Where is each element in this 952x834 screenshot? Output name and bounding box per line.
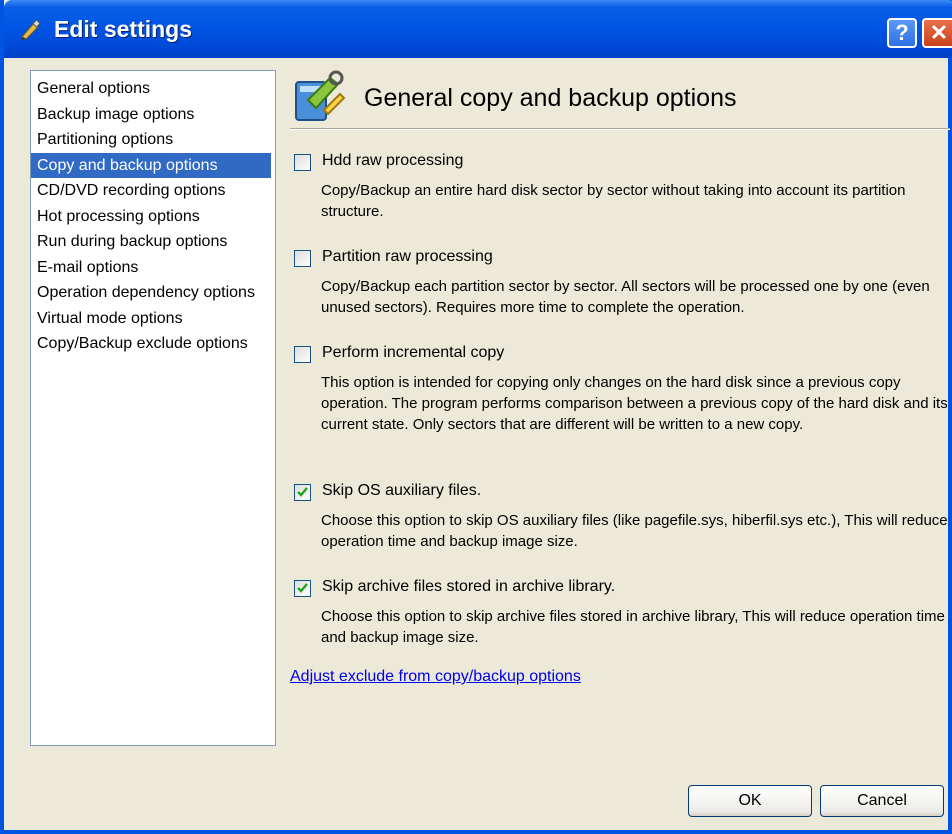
nav-item-partitioning-options[interactable]: Partitioning options xyxy=(31,127,271,153)
ok-button[interactable]: OK xyxy=(688,785,812,817)
settings-pencil-icon xyxy=(21,19,41,40)
nav-item-backup-image-options[interactable]: Backup image options xyxy=(31,102,271,128)
option-label[interactable]: Perform incremental copy xyxy=(322,344,504,362)
copy-backup-tools-icon xyxy=(295,70,346,121)
checkbox-skip-archive-files[interactable] xyxy=(294,580,311,597)
nav-item-copy-and-backup-options[interactable]: Copy and backup options xyxy=(31,152,271,178)
page-title: General copy and backup options xyxy=(364,84,737,112)
adjust-exclude-link[interactable]: Adjust exclude from copy/backup options xyxy=(290,668,581,686)
options-panel: General copy and backup options Hdd raw … xyxy=(290,70,950,750)
nav-item-hot-processing-options[interactable]: Hot processing options xyxy=(31,204,271,230)
checkmark-icon xyxy=(297,487,308,497)
nav-item-cd-dvd-recording-options[interactable]: CD/DVD recording options xyxy=(31,178,271,204)
help-button[interactable]: ? xyxy=(887,18,917,48)
header-divider xyxy=(290,128,950,130)
option-description: Choose this option to skip OS auxiliary … xyxy=(321,512,948,550)
nav-item-run-during-backup-options[interactable]: Run during backup options xyxy=(31,229,271,255)
nav-item-virtual-mode-options[interactable]: Virtual mode options xyxy=(31,306,271,332)
option-description: Choose this option to skip archive files… xyxy=(321,608,945,646)
checkbox-hdd-raw-processing[interactable] xyxy=(294,154,311,171)
title-bar[interactable]: Edit settings ? ✕ xyxy=(4,0,952,58)
cancel-button[interactable]: Cancel xyxy=(820,785,944,817)
checkbox-skip-os-auxiliary-files[interactable] xyxy=(294,484,311,501)
window-title: Edit settings xyxy=(54,16,193,42)
close-button[interactable]: ✕ xyxy=(922,18,952,48)
dialog-window: Edit settings ? ✕ General options Backup… xyxy=(0,0,952,834)
nav-item-operation-dependency-options[interactable]: Operation dependency options xyxy=(31,280,271,306)
nav-item-copy-backup-exclude-options[interactable]: Copy/Backup exclude options xyxy=(31,331,271,357)
checkbox-perform-incremental-copy[interactable] xyxy=(294,346,311,363)
option-label[interactable]: Skip archive files stored in archive lib… xyxy=(322,578,615,596)
settings-category-list: General options Backup image options Par… xyxy=(30,70,276,746)
option-label[interactable]: Skip OS auxiliary files. xyxy=(322,482,481,500)
nav-item-email-options[interactable]: E-mail options xyxy=(31,255,271,281)
option-description: Copy/Backup an entire hard disk sector b… xyxy=(321,182,906,220)
checkbox-partition-raw-processing[interactable] xyxy=(294,250,311,267)
checkmark-icon xyxy=(297,583,308,593)
nav-item-general-options[interactable]: General options xyxy=(31,76,271,102)
option-label[interactable]: Hdd raw processing xyxy=(322,152,463,170)
option-label[interactable]: Partition raw processing xyxy=(322,248,493,266)
option-description: This option is intended for copying only… xyxy=(321,374,948,433)
option-description: Copy/Backup each partition sector by sec… xyxy=(321,278,930,316)
